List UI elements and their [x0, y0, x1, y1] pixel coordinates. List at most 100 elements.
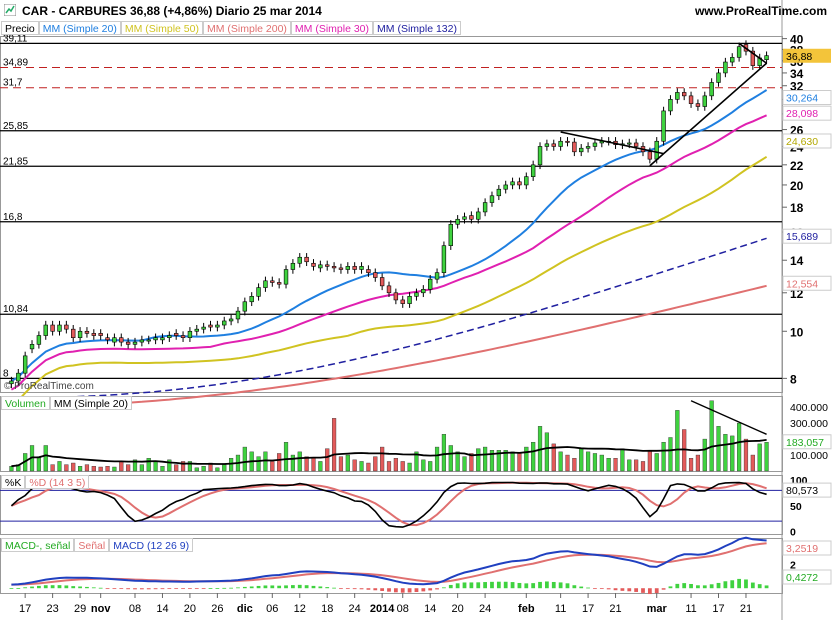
candle-body[interactable]	[36, 335, 42, 345]
macd-hist-bar[interactable]	[579, 586, 584, 589]
candle-body[interactable]	[647, 151, 653, 160]
candle-body[interactable]	[91, 333, 96, 336]
candle-body[interactable]	[297, 256, 302, 264]
volume-bar[interactable]	[71, 462, 76, 472]
volume-bar[interactable]	[688, 458, 694, 472]
macd-hist-bar[interactable]	[414, 588, 419, 592]
macd-hist-bar[interactable]	[696, 585, 700, 589]
volume-bar[interactable]	[146, 458, 151, 472]
macd-hist-bar[interactable]	[634, 588, 639, 592]
macd-hist-bar[interactable]	[730, 580, 735, 589]
candle-body[interactable]	[530, 164, 536, 177]
candle-body[interactable]	[29, 344, 35, 350]
volume-bar[interactable]	[366, 462, 371, 472]
volume-bar[interactable]	[620, 448, 625, 472]
volume-bar[interactable]	[160, 466, 165, 472]
volume-bar[interactable]	[119, 461, 124, 472]
candle-body[interactable]	[57, 324, 62, 332]
candle-body[interactable]	[352, 266, 357, 270]
volume-bar[interactable]	[613, 458, 618, 472]
macd-hist-bar[interactable]	[407, 588, 412, 593]
candle-body[interactable]	[304, 256, 309, 263]
macd-hist-bar[interactable]	[510, 582, 515, 589]
legend-item[interactable]: MM (Simple 200)	[202, 21, 291, 35]
macd-hist-bar[interactable]	[373, 588, 378, 591]
macd-hist-bar[interactable]	[249, 586, 254, 589]
candle-body[interactable]	[462, 216, 467, 220]
macd-hist-bar[interactable]	[325, 587, 330, 589]
volume-bar[interactable]	[462, 456, 467, 472]
volume-bar[interactable]	[84, 464, 90, 472]
macd-hist-bar[interactable]	[304, 585, 309, 589]
ma20-line[interactable]	[10, 89, 768, 382]
volume-bar[interactable]	[43, 445, 48, 472]
macd-hist-bar[interactable]	[43, 585, 48, 589]
macd-hist-bar[interactable]	[682, 583, 687, 589]
candle-body[interactable]	[43, 324, 48, 336]
trendline-uptrend-support[interactable]	[649, 62, 768, 167]
candle-body[interactable]	[558, 140, 563, 147]
candle-body[interactable]	[77, 330, 83, 339]
macd-hist-bar[interactable]	[558, 582, 563, 589]
macd-hist-bar[interactable]	[194, 588, 199, 590]
macd-hist-bar[interactable]	[606, 588, 611, 590]
macd-hist-bar[interactable]	[757, 584, 762, 589]
candle-body[interactable]	[125, 341, 131, 345]
macd-hist-bar[interactable]	[531, 583, 536, 589]
volume-bar[interactable]	[640, 461, 646, 472]
macd-hist-bar[interactable]	[174, 588, 179, 590]
candle-body[interactable]	[201, 326, 206, 330]
volume-bar[interactable]	[194, 467, 199, 472]
candle-body[interactable]	[105, 337, 110, 341]
volume-bar[interactable]	[627, 459, 632, 472]
macd-hist-bar[interactable]	[764, 585, 769, 589]
macd-hist-bar[interactable]	[599, 588, 604, 590]
candle-body[interactable]	[434, 272, 440, 280]
volume-bar[interactable]	[434, 446, 440, 472]
macd-hist-bar[interactable]	[71, 586, 76, 589]
volume-bar[interactable]	[105, 466, 110, 472]
macd-hist-bar[interactable]	[98, 587, 103, 589]
macd-hist-bar[interactable]	[675, 583, 680, 589]
volume-bar[interactable]	[153, 461, 158, 472]
legend-item[interactable]: MM (Simple 30)	[290, 21, 374, 35]
macd-hist-bar[interactable]	[153, 588, 158, 590]
macd-hist-bar[interactable]	[572, 585, 577, 589]
volume-bar[interactable]	[229, 458, 234, 472]
candle-body[interactable]	[379, 277, 385, 287]
volume-bar[interactable]	[98, 466, 103, 472]
volume-bar[interactable]	[730, 435, 735, 472]
volume-bar[interactable]	[277, 453, 282, 472]
macd-hist-bar[interactable]	[448, 584, 453, 589]
macd-hist-bar[interactable]	[112, 588, 117, 590]
ma200-line[interactable]	[11, 284, 767, 408]
candle-body[interactable]	[222, 320, 227, 326]
macd-hist-bar[interactable]	[641, 588, 645, 593]
candle-body[interactable]	[524, 176, 529, 186]
volume-bar[interactable]	[270, 461, 275, 472]
candle-body[interactable]	[338, 267, 344, 270]
macd-hist-bar[interactable]	[565, 583, 570, 589]
macd-hist-bar[interactable]	[421, 588, 426, 592]
volume-bar[interactable]	[757, 443, 762, 472]
macd-hist-bar[interactable]	[64, 585, 69, 589]
candle-body[interactable]	[702, 95, 707, 107]
volume-bar[interactable]	[263, 451, 268, 472]
volume-bar[interactable]	[256, 456, 261, 472]
volume-bar[interactable]	[126, 464, 131, 472]
macd-hist-bar[interactable]	[442, 587, 446, 589]
candle-body[interactable]	[414, 292, 419, 297]
macd-hist-bar[interactable]	[50, 585, 55, 589]
volume-bar[interactable]	[91, 466, 96, 472]
macd-hist-bar[interactable]	[455, 583, 460, 589]
volume-bar[interactable]	[139, 464, 144, 472]
volume-bar[interactable]	[331, 418, 337, 472]
candle-body[interactable]	[537, 146, 543, 166]
macd-hist-bar[interactable]	[16, 587, 21, 589]
legend-item[interactable]: MM (Simple 20)	[49, 396, 132, 410]
legend-item[interactable]: MM (Simple 50)	[120, 21, 203, 35]
macd-hist-bar[interactable]	[483, 582, 487, 589]
macd-hist-bar[interactable]	[160, 588, 165, 590]
macd-hist-bar[interactable]	[167, 588, 172, 590]
candle-body[interactable]	[228, 318, 234, 322]
